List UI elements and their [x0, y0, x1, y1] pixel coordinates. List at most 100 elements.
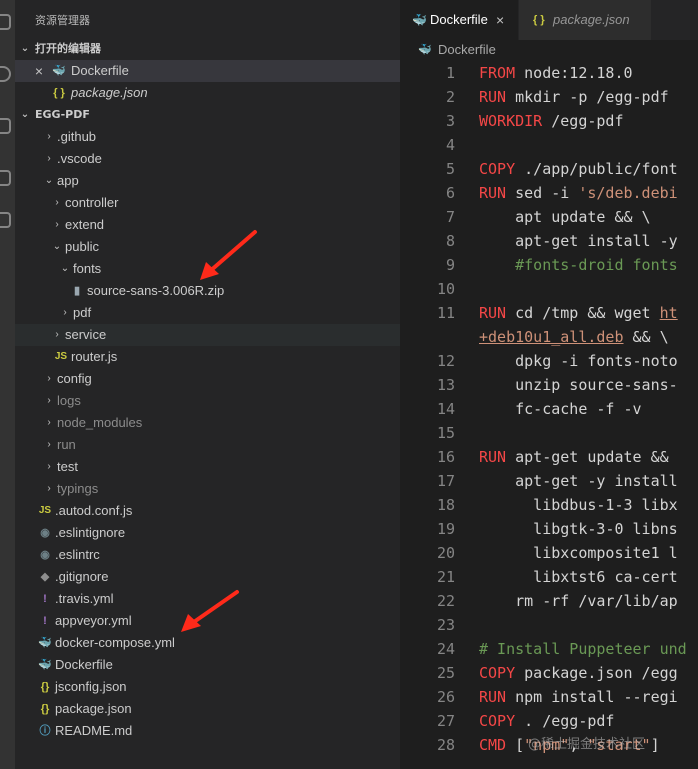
tree-item[interactable]: › config [15, 368, 400, 390]
tree-item[interactable]: › typings [15, 478, 400, 500]
tree-item[interactable]: JS router.js [15, 346, 400, 368]
tree-item[interactable]: › .github [15, 126, 400, 148]
line-number: 14 [436, 400, 455, 418]
code-line: libdbus-1-3 libx [479, 496, 678, 514]
tree-item[interactable]: ◉ .eslintignore [15, 522, 400, 544]
chevron-down-icon: ⌄ [20, 109, 30, 120]
extensions-icon[interactable] [0, 212, 11, 228]
line-number: 7 [445, 208, 455, 226]
code-line: FROM node:12.18.0 [479, 64, 633, 82]
source-control-icon[interactable] [0, 118, 11, 134]
docker-icon: 🐳 [38, 659, 52, 671]
debug-icon[interactable] [0, 170, 11, 186]
code-line: RUN sed -i 's/deb.debi [479, 184, 678, 202]
code-line: apt update && \ [479, 208, 651, 226]
yaml-icon: ! [43, 593, 47, 605]
close-icon[interactable]: × [33, 60, 45, 82]
tree-item[interactable]: › service [15, 324, 400, 346]
close-icon[interactable]: × [496, 0, 504, 40]
chevron-down-icon: ⌄ [60, 263, 70, 274]
explorer-title: 资源管理器 [35, 14, 90, 27]
line-number: 18 [436, 496, 455, 514]
tree-item-label: typings [57, 481, 99, 496]
code-line: # Install Puppeteer und [479, 640, 687, 658]
tree-item[interactable]: ◉ .eslintrc [15, 544, 400, 566]
code-line: RUN cd /tmp && wget ht [479, 304, 678, 322]
code-line: #fonts-droid fonts [479, 256, 678, 274]
tree-item[interactable]: › test [15, 456, 400, 478]
tree-item[interactable]: ⌄ app [15, 170, 400, 192]
code-line: COPY . /egg-pdf [479, 712, 615, 730]
line-number: 21 [436, 568, 455, 586]
tree-item[interactable]: {} jsconfig.json [15, 676, 400, 698]
code-line: libgtk-3-0 libns [479, 520, 678, 538]
chevron-right-icon: › [47, 417, 51, 428]
chevron-right-icon: › [47, 461, 51, 472]
eslint-icon: ◉ [40, 549, 50, 561]
chevron-right-icon: › [55, 219, 59, 230]
tree-item[interactable]: › .vscode [15, 148, 400, 170]
code-line: libxcomposite1 l [479, 544, 678, 562]
editor-area: 🐳 Dockerfile × { } package.json 🐳 Docker… [400, 0, 698, 769]
open-editor-item-package-json[interactable]: { } package.json [15, 82, 400, 104]
line-number: 11 [436, 304, 455, 322]
tree-item[interactable]: › pdf [15, 302, 400, 324]
open-editor-item-dockerfile[interactable]: × 🐳 Dockerfile [15, 60, 400, 82]
line-number: 4 [445, 136, 455, 154]
line-number: 6 [445, 184, 455, 202]
line-number: 2 [445, 88, 455, 106]
line-number: 12 [436, 352, 455, 370]
code-line: dpkg -i fonts-noto [479, 352, 678, 370]
chevron-right-icon: › [55, 329, 59, 340]
code-line: WORKDIR /egg-pdf [479, 112, 624, 130]
project-header[interactable]: ⌄ EGG-PDF [15, 104, 400, 126]
line-number: 16 [436, 448, 455, 466]
line-number: 1 [445, 64, 455, 82]
tree-item-label: Dockerfile [55, 657, 113, 672]
tree-item[interactable]: › run [15, 434, 400, 456]
tree-item[interactable]: 🐳 Dockerfile [15, 654, 400, 676]
tree-item-label: service [65, 327, 107, 342]
docker-icon: 🐳 [418, 44, 432, 56]
tree-item-label: package.json [55, 701, 132, 716]
watermark: @稀土掘金技术社区 [528, 737, 646, 752]
chevron-down-icon: ⌄ [44, 175, 54, 186]
tree-item-label: public [65, 239, 99, 254]
code-line: RUN npm install --regi [479, 688, 678, 706]
annotation-arrow [181, 590, 239, 632]
tree-item[interactable]: {} package.json [15, 698, 400, 720]
code-line: RUN mkdir -p /egg-pdf [479, 88, 669, 106]
tree-item[interactable]: › logs [15, 390, 400, 412]
info-icon: ⓘ [39, 725, 51, 737]
tree-item-label: .eslintignore [55, 525, 126, 540]
tree-item[interactable]: ⓘ README.md [15, 720, 400, 742]
tree-item[interactable]: JS .autod.conf.js [15, 500, 400, 522]
yaml-icon: ! [43, 615, 47, 627]
tree-item-label: .eslintrc [55, 547, 100, 562]
tab-dockerfile[interactable]: 🐳 Dockerfile × [400, 0, 518, 40]
chevron-right-icon: › [47, 131, 51, 142]
tree-item-label: run [57, 437, 76, 452]
tab-bar: 🐳 Dockerfile × { } package.json [400, 0, 698, 40]
json-icon: {} [40, 681, 50, 693]
chevron-right-icon: › [63, 307, 67, 318]
annotation-arrow [200, 230, 257, 280]
tree-item[interactable]: › controller [15, 192, 400, 214]
open-editors-header[interactable]: ⌄ 打开的编辑器 [15, 38, 400, 60]
tree-item[interactable]: ◆ .gitignore [15, 566, 400, 588]
docker-icon: 🐳 [52, 65, 66, 77]
line-number: 24 [436, 640, 455, 658]
tab-package-json[interactable]: { } package.json [519, 0, 651, 40]
search-icon[interactable] [0, 66, 11, 82]
code-line: libxtst6 ca-cert [479, 568, 678, 586]
code-line: apt-get -y install [479, 472, 678, 490]
tree-item[interactable]: › node_modules [15, 412, 400, 434]
chevron-right-icon: › [47, 153, 51, 164]
line-number: 26 [436, 688, 455, 706]
explorer-icon[interactable] [0, 14, 11, 30]
line-number: 27 [436, 712, 455, 730]
line-number: 3 [445, 112, 455, 130]
tree-item-label: fonts [73, 261, 102, 276]
tree-item-label: controller [65, 195, 119, 210]
line-number: 5 [445, 160, 455, 178]
